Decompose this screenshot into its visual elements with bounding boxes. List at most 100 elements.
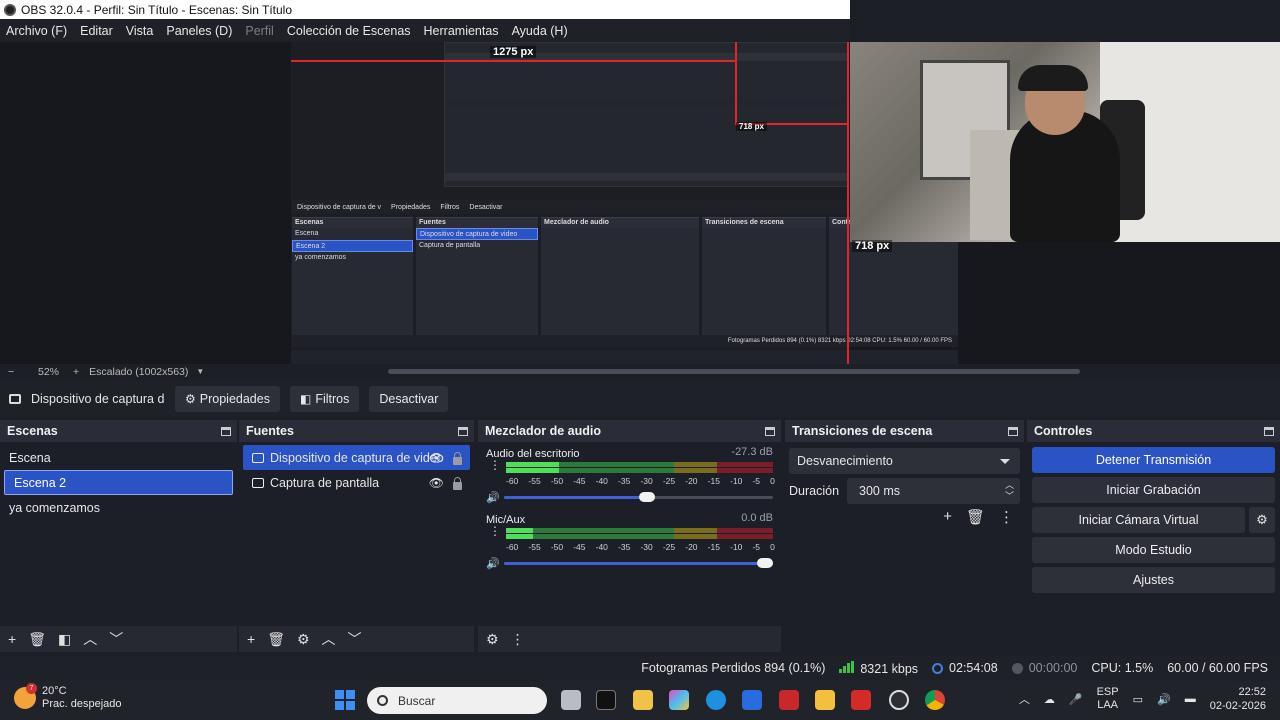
chrome-icon[interactable] <box>925 690 945 710</box>
add-transition-icon[interactable]: + <box>943 508 952 526</box>
virtual-camera-settings-icon[interactable]: ⚙ <box>1249 507 1275 533</box>
volume-slider[interactable] <box>504 557 773 568</box>
taskbar-search[interactable]: Buscar <box>367 687 547 714</box>
menu-vista[interactable]: Vista <box>126 24 154 38</box>
stop-streaming-button[interactable]: Detener Transmisión <box>1032 447 1275 473</box>
channel-menu-icon[interactable]: ⋮ <box>489 459 501 471</box>
source-settings-icon[interactable]: ⚙ <box>297 631 310 648</box>
microphone-icon[interactable]: 🎤 <box>1069 693 1083 706</box>
task-view-icon[interactable] <box>561 690 581 710</box>
microsoft-store-icon[interactable] <box>633 690 653 710</box>
lenovo-icon[interactable] <box>851 690 871 710</box>
properties-label: Propiedades <box>199 392 270 406</box>
vscode-icon[interactable] <box>742 690 762 710</box>
undock-icon[interactable] <box>221 426 231 436</box>
chevron-down-icon <box>1000 459 1010 464</box>
duration-input[interactable]: 300 ms ︿ ﹀ <box>847 478 1020 504</box>
source-item[interactable]: Captura de pantalla 👁 <box>243 470 470 495</box>
scene-item[interactable]: Escena <box>0 445 237 470</box>
camera-icon <box>252 452 264 463</box>
scene-item[interactable]: ya comenzamos <box>0 495 237 520</box>
search-icon <box>377 695 388 706</box>
menu-coleccion-escenas[interactable]: Colección de Escenas <box>287 24 411 38</box>
undock-icon[interactable] <box>1008 426 1018 436</box>
add-scene-icon[interactable]: + <box>8 631 16 647</box>
remove-transition-icon[interactable]: 🗑 <box>966 508 985 526</box>
copilot-icon[interactable] <box>669 690 689 710</box>
volume-knob[interactable] <box>638 491 655 502</box>
scale-mode[interactable]: Escalado (1002x563) <box>89 366 188 378</box>
undock-icon[interactable] <box>458 426 468 436</box>
start-virtual-camera-button[interactable]: Iniciar Cámara Virtual <box>1032 507 1245 533</box>
language-indicator[interactable]: ESP LAA <box>1097 686 1119 712</box>
nested-props: Propiedades <box>391 203 431 211</box>
undock-icon[interactable] <box>765 426 775 436</box>
transition-tools: + 🗑 ⋮ <box>943 508 1014 526</box>
remove-scene-icon[interactable]: 🗑 <box>28 631 46 648</box>
mixer-menu-icon[interactable]: ⋮ <box>511 631 525 648</box>
add-source-icon[interactable]: + <box>247 631 255 647</box>
undock-icon[interactable] <box>1264 426 1274 436</box>
scale-dropdown-icon[interactable]: ▼ <box>196 367 204 376</box>
speaker-icon[interactable]: 🔊 <box>486 557 504 570</box>
move-up-icon[interactable]: ︿ <box>83 629 97 649</box>
zoom-value: 52% <box>38 365 60 378</box>
deactivate-button[interactable]: Desactivar <box>369 386 449 412</box>
properties-button[interactable]: ⚙ Propiedades <box>175 386 280 412</box>
duration-label: Duración <box>789 484 840 498</box>
move-up-icon[interactable]: ︿ <box>322 629 336 649</box>
zoom-in-button[interactable]: + <box>73 366 79 378</box>
onedrive-icon[interactable]: ☁ <box>1044 693 1055 706</box>
settings-button[interactable]: Ajustes <box>1032 567 1275 593</box>
mcafee-icon[interactable] <box>779 690 799 710</box>
mixer-channel: Audio del escritorio -27.3 dB ⋮ -60 -55 -5… <box>478 442 781 508</box>
selected-source-name: Dispositivo de captura de v <box>31 392 165 406</box>
network-icon[interactable]: ▭ <box>1133 693 1143 706</box>
filters-button[interactable]: ◧ Filtros <box>289 386 360 412</box>
channel-menu-icon[interactable]: ⋮ <box>489 525 501 537</box>
menu-archivo[interactable]: Archivo (F) <box>6 24 67 38</box>
visibility-eye-icon[interactable]: 👁 <box>429 476 444 490</box>
start-button[interactable] <box>335 690 355 710</box>
scene-item-selected[interactable]: Escena 2 <box>4 470 233 495</box>
move-down-icon[interactable]: ﹀ <box>109 629 123 649</box>
edge-icon[interactable] <box>706 690 726 710</box>
transition-select[interactable]: Desvanecimiento <box>789 448 1020 474</box>
remove-source-icon[interactable]: 🗑 <box>267 631 285 648</box>
speaker-icon[interactable]: 🔊 <box>486 491 504 504</box>
zoom-out-button[interactable]: − <box>8 366 18 378</box>
volume-slider[interactable] <box>504 491 773 502</box>
studio-mode-button[interactable]: Modo Estudio <box>1032 537 1275 563</box>
source-item-selected[interactable]: Dispositivo de captura de video 👁 <box>243 445 470 470</box>
lock-icon[interactable] <box>453 452 462 465</box>
horizontal-scrollbar[interactable] <box>388 369 1080 374</box>
window-title: OBS 32.0.4 - Perfil: Sin Título - Escena… <box>21 2 293 17</box>
record-time-group: 00:00:00 <box>1011 661 1077 675</box>
menu-herramientas[interactable]: Herramientas <box>424 24 499 38</box>
move-down-icon[interactable]: ﹀ <box>348 629 362 649</box>
lock-icon[interactable] <box>453 477 462 490</box>
visibility-eye-icon[interactable]: 👁 <box>429 451 444 465</box>
clock[interactable]: 22:52 02-02-2026 <box>1210 685 1266 713</box>
start-recording-button[interactable]: Iniciar Grabación <box>1032 477 1275 503</box>
mixer-dock-header: Mezclador de audio <box>478 420 781 442</box>
weather-widget[interactable]: 7 20°C Prac. despejado <box>14 683 122 711</box>
advanced-audio-icon[interactable]: ⚙ <box>486 631 499 648</box>
scenes-dock-header: Escenas <box>0 420 237 442</box>
transition-menu-icon[interactable]: ⋮ <box>999 508 1014 526</box>
nested-transitions-dock: Transiciones de escena <box>702 217 826 335</box>
epic-games-icon[interactable] <box>596 690 616 710</box>
obs-taskbar-icon[interactable] <box>889 690 909 710</box>
spinner-icon[interactable]: ︿ ﹀ <box>1005 480 1014 502</box>
menu-paneles[interactable]: Paneles (D) <box>166 24 232 38</box>
file-explorer-icon[interactable] <box>815 690 835 710</box>
volume-knob[interactable] <box>757 557 773 568</box>
streaming-icon <box>932 663 944 675</box>
preview-canvas[interactable]: Dispositivo de captura de v Propiedades … <box>0 42 1280 364</box>
menu-ayuda[interactable]: Ayuda (H) <box>512 24 568 38</box>
menu-editar[interactable]: Editar <box>80 24 113 38</box>
scene-filters-icon[interactable]: ◧ <box>58 631 71 648</box>
battery-icon[interactable]: ▬ <box>1185 693 1196 705</box>
volume-icon[interactable]: 🔊 <box>1157 693 1171 706</box>
show-hidden-icons[interactable]: ︿ <box>1019 691 1030 707</box>
